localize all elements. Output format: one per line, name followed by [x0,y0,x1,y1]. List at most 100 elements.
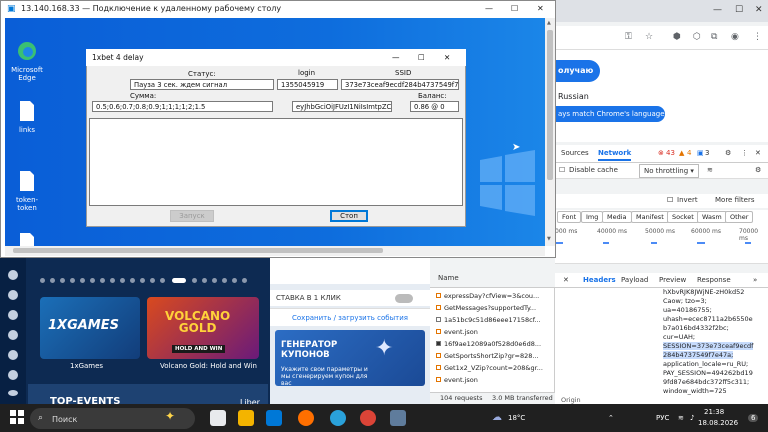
throttling-select[interactable]: No throttling ▾ [639,164,699,178]
carousel-dot[interactable] [130,278,135,283]
token-field[interactable]: eyJhbGciOiJFUzI1NiIsImtpZCI6IjE [292,101,392,112]
star-icon[interactable]: ☆ [645,32,653,42]
filter-socket[interactable]: Socket [667,211,699,223]
maximize-icon[interactable]: ☐ [511,4,518,13]
sport-icon[interactable] [8,270,18,280]
firefox-icon[interactable] [298,410,314,426]
start-button[interactable]: Запуск [170,210,214,222]
scroll-down-icon[interactable]: ▼ [547,236,551,242]
scroll-up-icon[interactable]: ▲ [547,20,551,26]
minimize-icon[interactable]: — [392,53,400,62]
tab-preview[interactable]: Preview [659,276,686,284]
error-icon[interactable]: ⊗ [658,149,664,157]
sport-icon[interactable] [8,290,18,300]
notification-badge[interactable]: 6 [748,414,759,422]
name-column-header[interactable]: Name [438,274,459,282]
more-tabs-icon[interactable]: » [753,276,757,284]
save-events-link[interactable]: Сохранить / загрузить события [270,308,430,326]
desktop-icon-partial[interactable] [10,232,44,246]
translate-language[interactable]: Russian [558,92,589,101]
settings-icon-2[interactable]: ⚙ [755,166,761,174]
desktop-icon-links[interactable]: links [10,100,44,134]
one-click-toggle[interactable] [395,294,413,303]
login-field[interactable]: 1355045919 [277,79,338,90]
carousel-dot[interactable] [212,278,217,283]
chrome-address-bar[interactable]: ⚿ ☆ ⬢ ⬡ ⧉ ◉ ⋮ [555,26,768,50]
key-icon[interactable]: ⚿ [625,32,632,42]
carousel-dot[interactable] [232,278,237,283]
carousel-dot[interactable] [100,278,105,283]
network-timeline[interactable]: 000 ms 40000 ms 50000 ms 60000 ms 70000 … [555,224,768,264]
rdp-vertical-scrollbar[interactable]: ▲ ▼ [545,18,555,246]
list-item[interactable]: event.json [436,376,548,387]
filter-media[interactable]: Media [602,211,632,223]
filter-wasm[interactable]: Wasm [697,211,727,223]
tab-headers[interactable]: Headers [583,276,616,284]
carousel-dot[interactable] [192,278,197,283]
more-icon[interactable]: ⋮ [741,149,748,157]
rdp-taskbar-icon[interactable] [390,410,406,426]
info-icon[interactable]: ▣ [697,149,704,157]
wifi-icon[interactable]: ≋ [707,166,713,174]
carousel-dot[interactable] [80,278,85,283]
sport-icon[interactable] [8,370,18,380]
game-label[interactable]: Volcano Gold: Hold and Win [160,362,257,370]
filter-img[interactable]: Img [581,211,604,223]
stop-button[interactable]: Стоп [330,210,368,222]
carousel-dot[interactable] [70,278,75,283]
close-icon[interactable]: ✕ [755,5,763,15]
sport-icon[interactable] [8,310,18,320]
wifi-icon[interactable]: ≋ [678,414,684,422]
carousel-dot[interactable] [202,278,207,283]
carousel-dot[interactable] [40,278,45,283]
settings-icon[interactable]: ⚙ [725,149,731,157]
carousel-dot-active[interactable] [172,278,186,283]
store-icon[interactable] [266,410,282,426]
carousel-dot[interactable] [150,278,155,283]
desktop-icon-token[interactable]: token-token [10,170,44,212]
list-item[interactable]: 16f9ae12089a0f528d0e6d8... [436,340,548,351]
maximize-icon[interactable]: ☐ [735,5,743,15]
clock-date[interactable]: 18.08.2026 [698,419,738,427]
carousel-dot[interactable] [160,278,165,283]
windows-start-icon[interactable] [10,410,24,424]
scroll-thumb[interactable] [547,30,553,180]
weather-icon[interactable]: ☁ [492,412,502,423]
carousel-dot[interactable] [60,278,65,283]
ssid-field[interactable]: 373e73ceaf9ecdf284b4737549f7e47a [341,79,459,90]
tab-sources[interactable]: Sources [561,149,589,157]
log-area[interactable] [89,118,463,206]
minimize-icon[interactable]: — [713,5,722,15]
maximize-icon[interactable]: ☐ [418,53,425,62]
chrome-icon[interactable] [360,410,376,426]
telegram-icon[interactable] [330,410,346,426]
clock-time[interactable]: 21:38 [704,408,724,416]
sum-field[interactable]: 0.5;0.6;0.7;0.8;0.9;1;1;1;1;2;1.5 [92,101,273,112]
file-explorer-icon[interactable] [238,410,254,426]
tray-arrow-icon[interactable]: ⌃ [608,414,614,422]
carousel-dot[interactable] [222,278,227,283]
weather-temp[interactable]: 18°C [508,414,525,422]
puzzle-icon[interactable]: ⧉ [711,32,717,42]
list-item[interactable]: GetMessages?supportedTy... [436,304,548,315]
close-detail-icon[interactable]: ✕ [563,276,569,284]
carousel-dot[interactable] [140,278,145,283]
sport-icon[interactable] [8,330,18,340]
rdp-horizontal-scrollbar[interactable] [5,246,545,256]
match-language-button[interactable]: ays match Chrome's language [555,106,665,122]
invert-checkbox[interactable]: ☐ [667,196,673,204]
sport-icon[interactable] [8,390,18,396]
carousel-dot[interactable] [90,278,95,283]
filter-manifest[interactable]: Manifest [631,211,669,223]
carousel-dot[interactable] [242,278,247,283]
disable-cache-checkbox[interactable]: ☐ [559,166,565,174]
extension-icon-2[interactable]: ⬡ [693,32,701,42]
extension-icon[interactable]: ⬢ [673,32,681,42]
translate-button[interactable]: олучаю [555,60,600,82]
sport-icon[interactable] [8,350,18,360]
avatar-icon[interactable]: ◉ [731,32,739,42]
minimize-icon[interactable]: — [485,4,493,13]
more-filters-button[interactable]: More filters [715,196,755,204]
carousel-dot[interactable] [120,278,125,283]
close-icon[interactable]: ✕ [444,53,450,62]
